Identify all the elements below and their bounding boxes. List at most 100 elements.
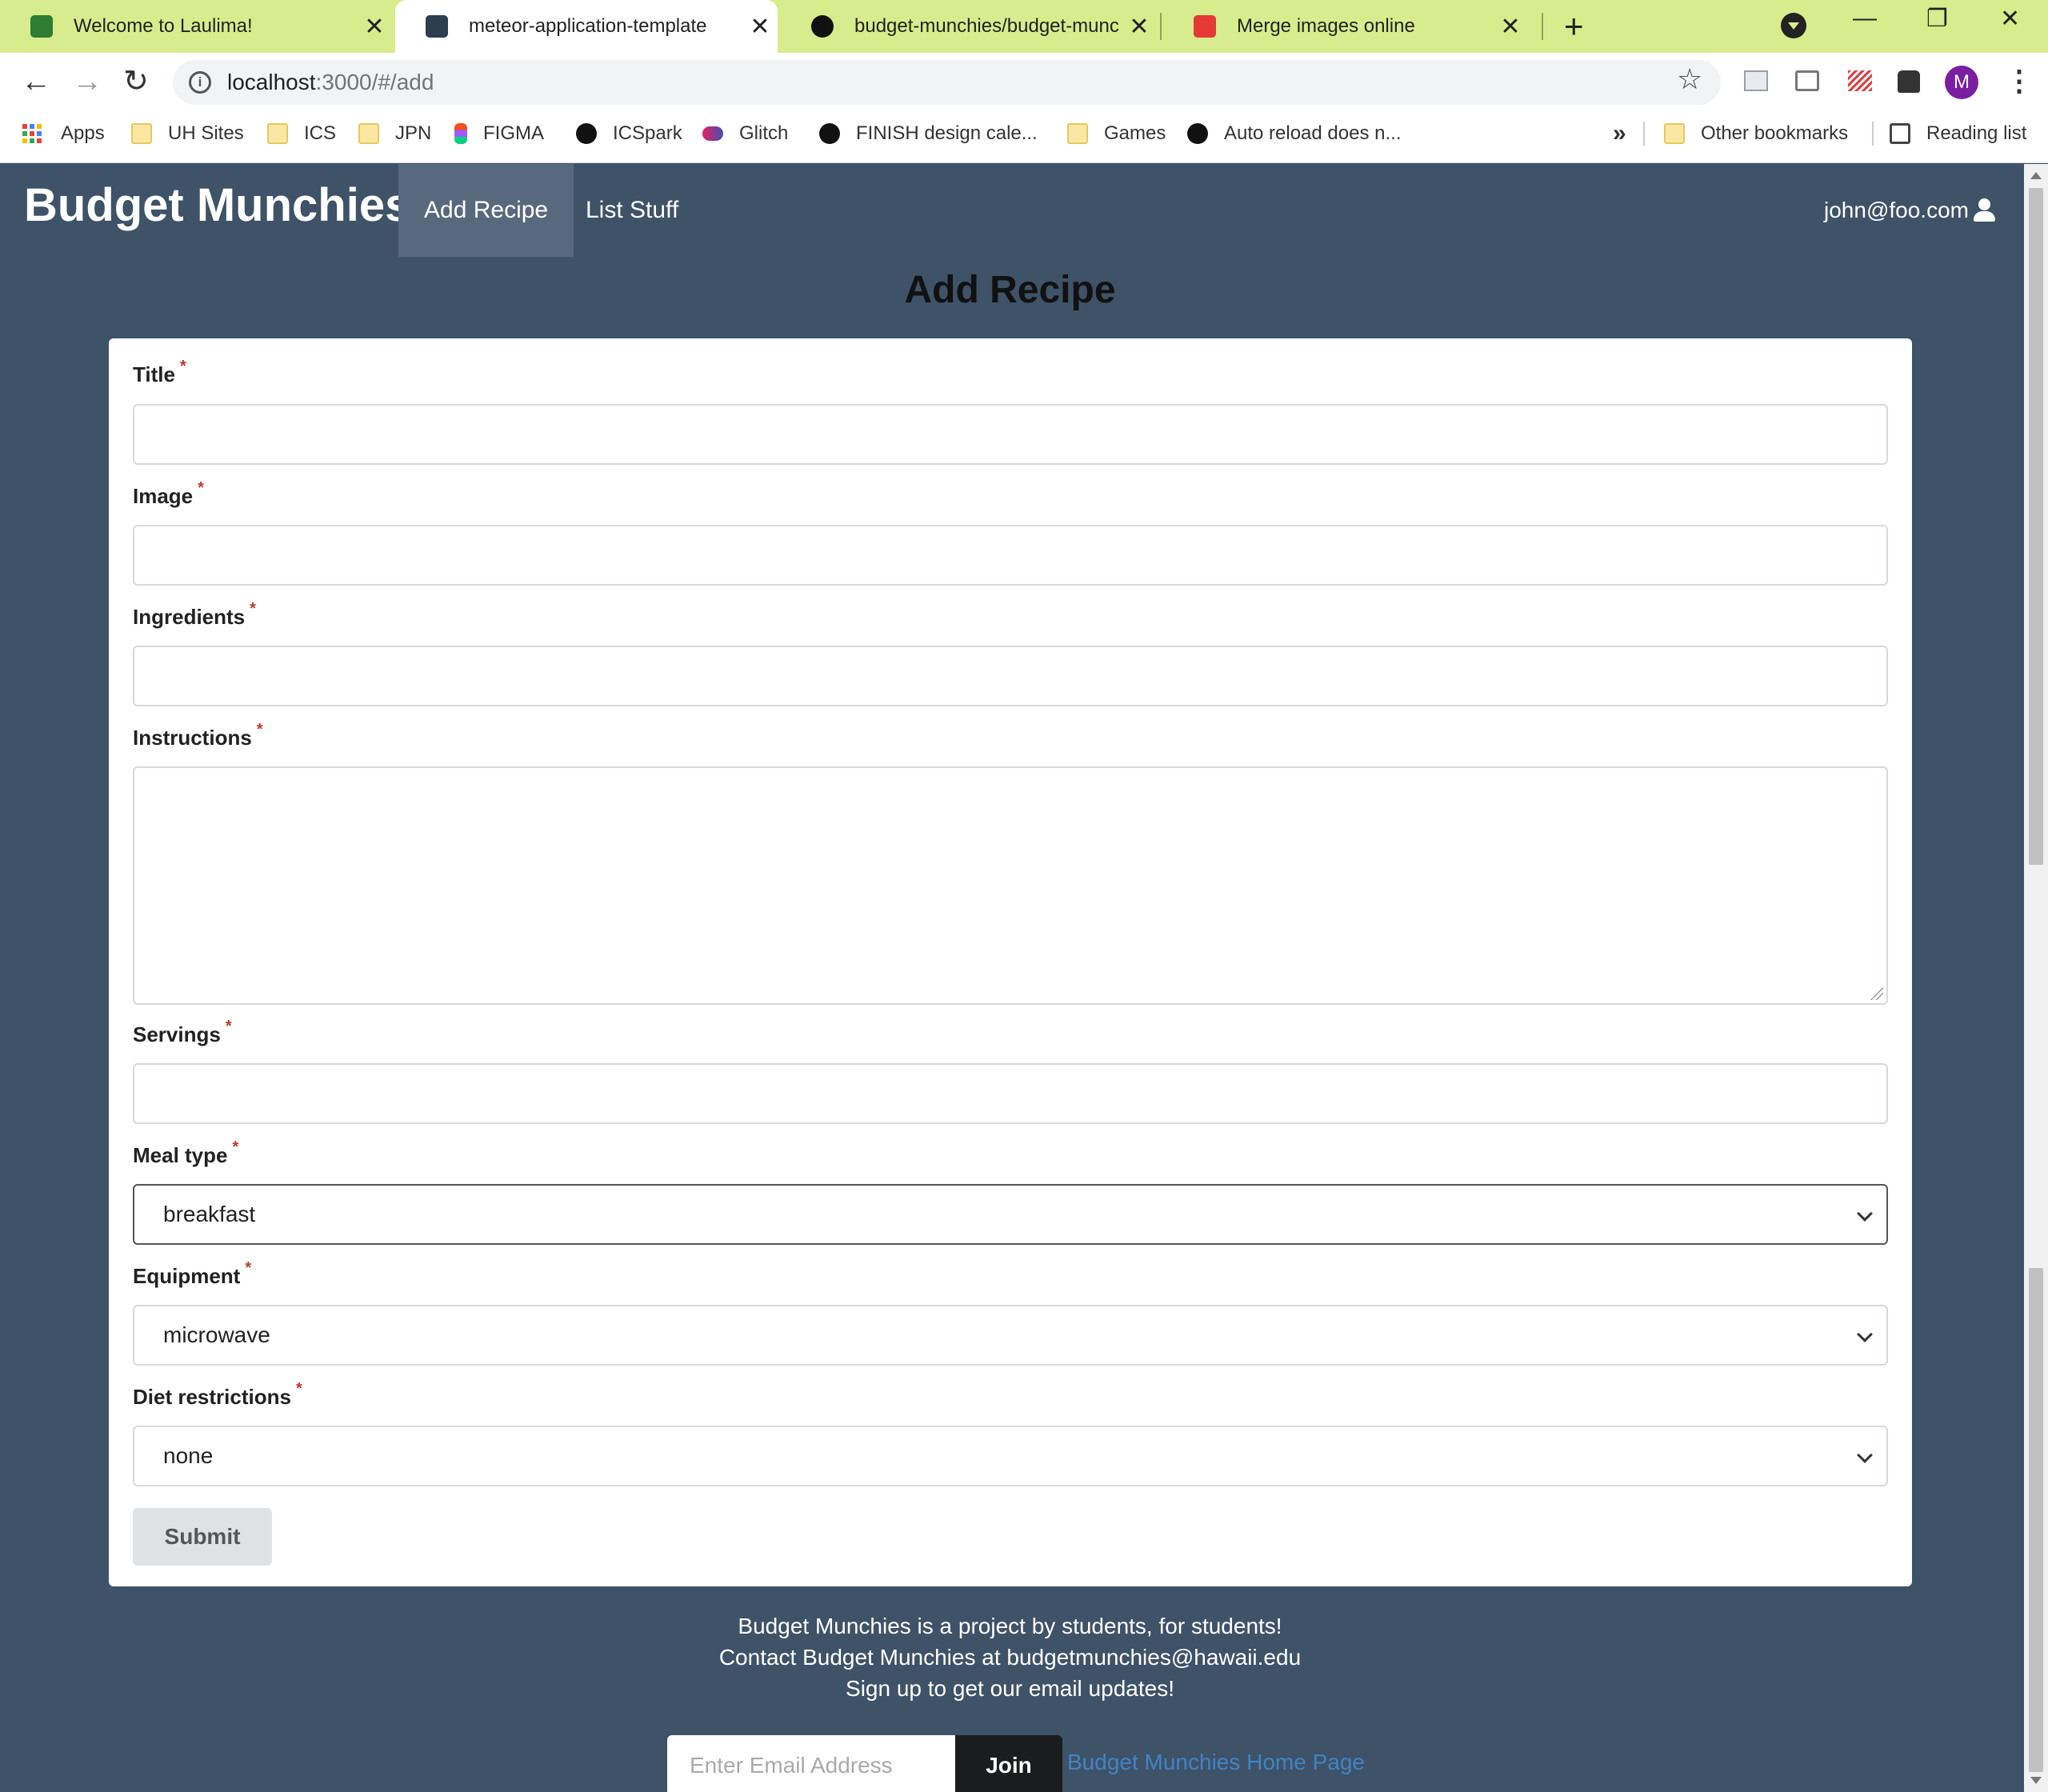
nav-list-stuff[interactable]: List Stuff [560, 164, 704, 257]
brand-logo[interactable]: Budget Munchies [24, 178, 410, 232]
figma-icon [454, 123, 467, 144]
resize-handle-icon[interactable] [1870, 987, 1883, 1000]
profile-avatar[interactable]: M [1945, 66, 1978, 99]
more-bookmarks-icon[interactable]: » [1613, 120, 1626, 147]
new-tab-icon[interactable]: + [1564, 6, 1584, 46]
minimize-icon[interactable]: — [1853, 5, 1877, 32]
tab-meteor-template[interactable]: meteor-application-template ✕ [395, 0, 778, 53]
page-scrollbar[interactable] [2024, 164, 2048, 1792]
close-tab-icon[interactable]: ✕ [1122, 13, 1157, 41]
diet-restrictions-select[interactable]: none [133, 1426, 1888, 1486]
home-page-link[interactable]: Budget Munchies Home Page [1067, 1750, 1365, 1775]
image-input[interactable] [133, 525, 1888, 586]
image-label: Image * [133, 479, 204, 509]
site-info-icon[interactable]: i [189, 71, 211, 94]
browser-menu-icon[interactable]: ⋮ [2005, 64, 2034, 98]
scrollbar-thumb[interactable] [2029, 188, 2043, 865]
folder-icon [358, 123, 379, 144]
footer-email-input[interactable]: Enter Email Address [667, 1735, 955, 1792]
required-mark: * [225, 1018, 232, 1035]
laulima-favicon-icon [30, 15, 53, 38]
label-text: Equipment [133, 1264, 241, 1288]
back-arrow-icon[interactable]: ← [21, 64, 51, 99]
required-mark: * [179, 358, 186, 375]
bookmark-jpn[interactable]: JPN [358, 120, 431, 147]
meteor-favicon-icon [426, 15, 448, 38]
reading-list[interactable]: Reading list [1890, 120, 2026, 147]
label-text: Meal type [133, 1143, 228, 1167]
label-text: Title [133, 362, 175, 386]
bookmark-label: JPN [395, 122, 432, 144]
nav-add-recipe[interactable]: Add Recipe [398, 164, 574, 257]
scroll-up-icon[interactable] [2030, 172, 2042, 179]
title-label: Title * [133, 358, 186, 387]
close-tab-icon[interactable]: ✕ [1493, 13, 1528, 41]
reading-list-icon [1890, 123, 1910, 144]
bookmark-apps[interactable]: Apps [22, 120, 105, 147]
url-host: localhost [227, 70, 316, 94]
bookmark-auto-reload[interactable]: Auto reload does n... [1187, 120, 1401, 147]
window-close-icon[interactable]: ✕ [2000, 5, 2020, 33]
instructions-label: Instructions * [133, 721, 263, 750]
cast-icon[interactable] [1795, 70, 1819, 91]
chevron-down-icon [1857, 1447, 1873, 1463]
close-tab-icon[interactable]: ✕ [742, 13, 778, 41]
bookmark-label: ICS [304, 122, 337, 144]
folder-icon [131, 123, 152, 144]
meal-type-label: Meal type * [133, 1138, 238, 1168]
bookmark-ics[interactable]: ICS [267, 120, 336, 147]
bookmark-games[interactable]: Games [1067, 120, 1166, 147]
required-mark: * [198, 479, 204, 497]
bookmark-label: Games [1104, 122, 1166, 144]
scrollbar-track-highlight [2029, 1268, 2043, 1772]
tab-title: budget-munchies/budget-munc [854, 15, 1119, 37]
user-icon [1972, 198, 1996, 222]
url-path: :3000/#/add [315, 70, 434, 94]
equipment-value: microwave [163, 1322, 270, 1347]
reading-mode-icon[interactable] [1744, 70, 1768, 91]
bookmark-label: Other bookmarks [1701, 122, 1849, 144]
tab-laulima[interactable]: Welcome to Laulima! ✕ [0, 0, 392, 53]
reload-icon[interactable]: ↻ [123, 64, 149, 99]
scroll-down-icon[interactable] [2030, 1777, 2042, 1784]
address-url[interactable]: localhost:3000/#/add [227, 67, 434, 98]
puzzle-extensions-icon[interactable] [1898, 70, 1920, 93]
chevron-down-icon [1857, 1206, 1873, 1222]
bookmark-figma[interactable]: FIGMA [454, 120, 544, 147]
extension-icon[interactable] [1848, 70, 1872, 91]
bookmark-finish-design[interactable]: FINISH design cale... [819, 120, 1038, 147]
join-button[interactable]: Join [955, 1735, 1062, 1792]
equipment-select[interactable]: microwave [133, 1305, 1888, 1366]
meal-type-select[interactable]: breakfast [133, 1184, 1888, 1245]
instructions-textarea[interactable] [133, 766, 1888, 1005]
servings-label: Servings * [133, 1018, 232, 1047]
bookmark-icspark[interactable]: ICSpark [576, 120, 682, 147]
bookmark-uh-sites[interactable]: UH Sites [131, 120, 244, 147]
forward-arrow-icon[interactable]: → [72, 64, 102, 99]
diet-restrictions-label: Diet restrictions * [133, 1380, 302, 1410]
tab-title: meteor-application-template [469, 15, 707, 37]
merge-images-favicon-icon [1194, 15, 1216, 38]
restore-icon[interactable]: ❐ [1926, 5, 1948, 33]
servings-input[interactable] [133, 1063, 1888, 1124]
page-viewport: Budget Munchies Add Recipe List Stuff jo… [0, 164, 2024, 1792]
page-title: Add Recipe [904, 269, 1116, 311]
bookmark-glitch[interactable]: Glitch [702, 120, 788, 147]
tab-title: Welcome to Laulima! [74, 15, 253, 37]
bookmark-star-icon[interactable]: ☆ [1677, 62, 1702, 96]
add-recipe-form: Title * Image * Ingredients * Instructions *… [109, 338, 1912, 1586]
tab-search-icon[interactable] [1781, 13, 1806, 38]
user-menu[interactable]: john@foo.com [1824, 164, 1996, 257]
submit-button[interactable]: Submit [133, 1508, 272, 1566]
globe-icon [576, 123, 597, 144]
close-tab-icon[interactable]: ✕ [357, 13, 392, 41]
tab-github-budget-munchies[interactable]: budget-munchies/budget-munc ✕ [781, 0, 1157, 53]
title-input[interactable] [133, 404, 1888, 465]
tab-merge-images[interactable]: Merge images online ✕ [1163, 0, 1528, 53]
ingredients-input[interactable] [133, 646, 1888, 706]
reading-list-label: Reading list [1926, 122, 2027, 144]
footer-signup-text: Sign up to get our email updates! [846, 1676, 1174, 1701]
chevron-down-icon [1857, 1326, 1873, 1342]
glitch-icon [702, 126, 723, 141]
bookmark-other[interactable]: Other bookmarks [1664, 120, 1848, 147]
